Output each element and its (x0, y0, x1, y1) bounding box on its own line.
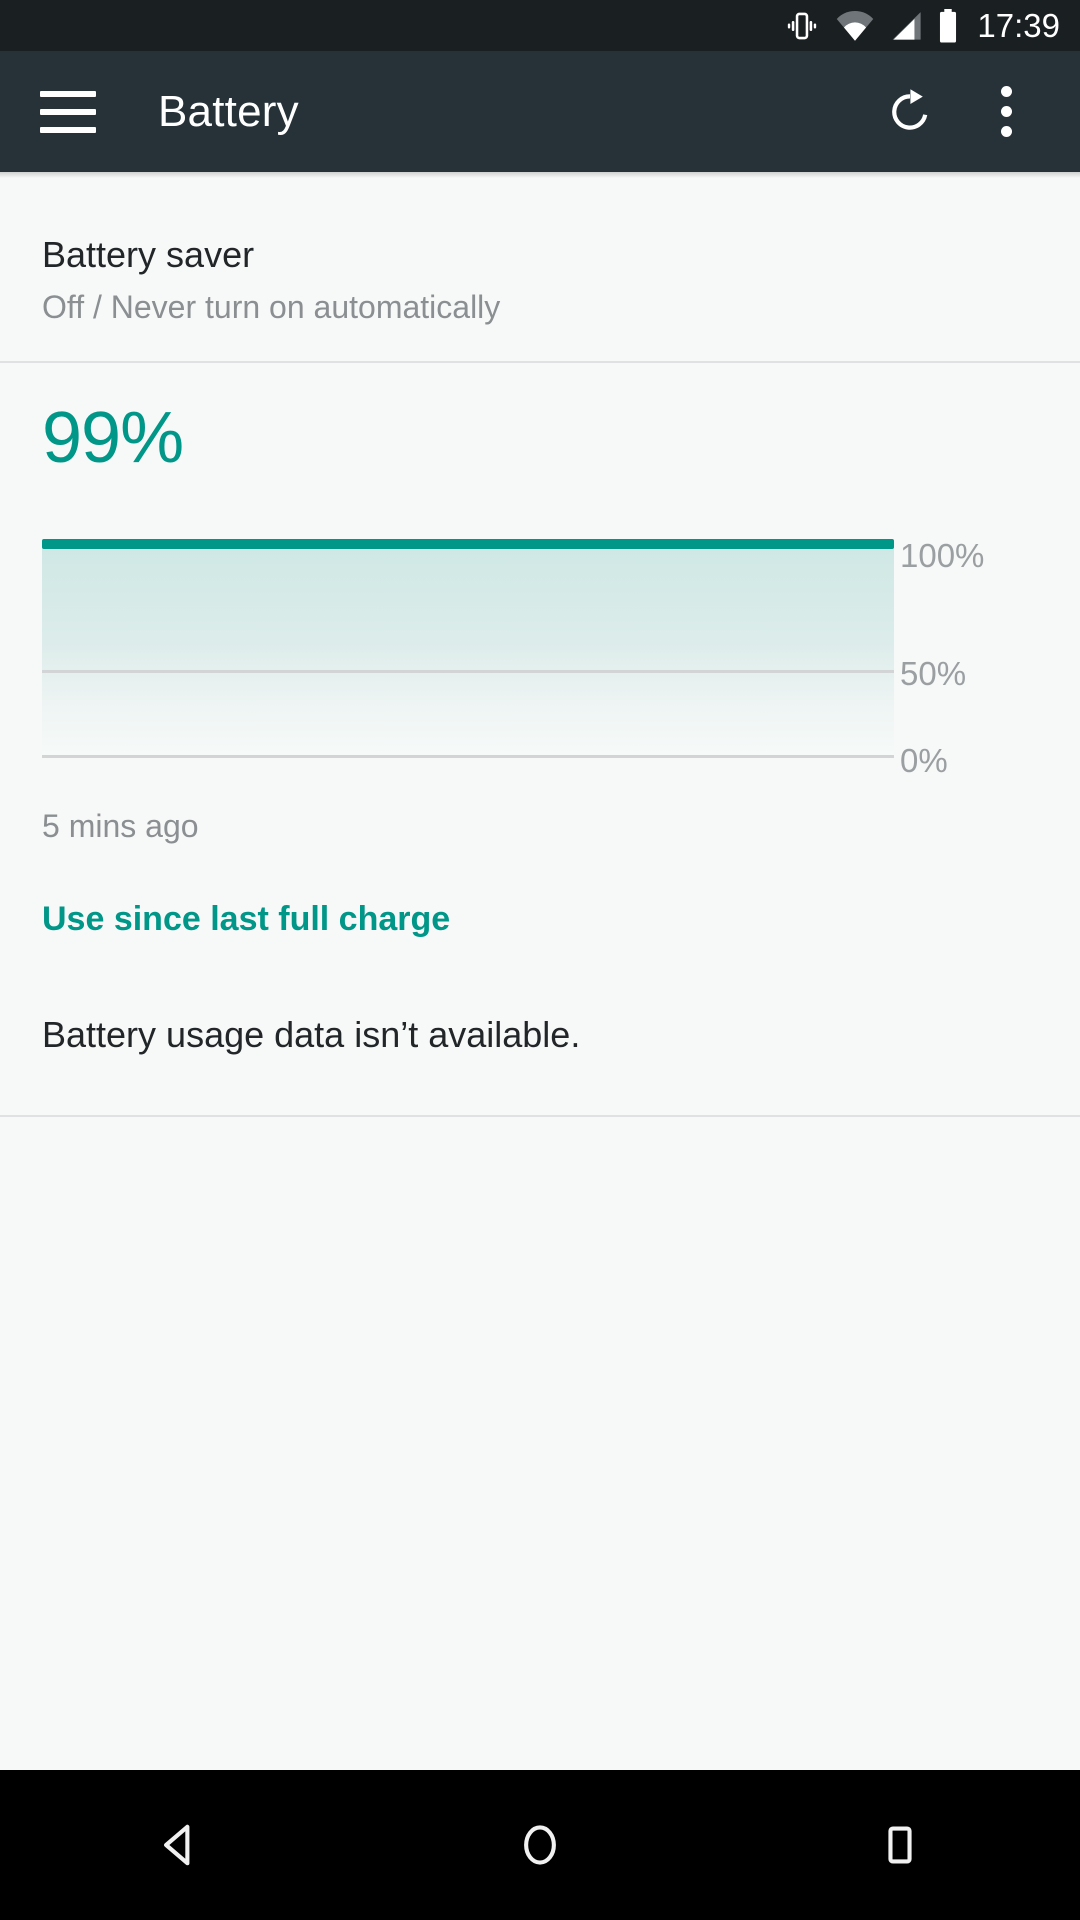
battery-saver-title: Battery saver (42, 234, 255, 275)
navigation-bar (0, 1770, 1080, 1920)
refresh-icon[interactable] (862, 64, 958, 160)
chart-y-label-100: 100% (900, 537, 985, 574)
wifi-icon (835, 10, 875, 42)
chart-y-label-0: 0% (900, 742, 948, 779)
battery-percentage: 99% (42, 398, 184, 478)
battery-saver-subtitle: Off / Never turn on automatically (42, 289, 501, 325)
chart-timestamp-caption: 5 mins ago (42, 808, 199, 844)
no-battery-data-message: Battery usage data isn’t available. (42, 1014, 581, 1055)
chart-battery-level-line (42, 539, 894, 549)
app-bar-actions (862, 64, 1080, 160)
page-title: Battery (158, 86, 299, 136)
vibrate-icon (785, 9, 819, 43)
battery-history-chart: 100% 50% 0% (0, 539, 1080, 779)
battery-saver-row[interactable]: Battery saver Off / Never turn on automa… (0, 178, 1080, 361)
status-bar: 17:39 (0, 0, 1080, 51)
chart-plot-area (42, 539, 894, 779)
battery-settings-screen: 17:39 Battery Battery saver Off / Never … (0, 0, 1080, 1920)
chart-gridline-0 (42, 755, 894, 758)
use-since-last-full-charge-link[interactable]: Use since last full charge (0, 845, 1080, 939)
back-button[interactable] (90, 1770, 270, 1920)
content-area: Battery saver Off / Never turn on automa… (0, 178, 1080, 1117)
chart-y-label-50: 50% (900, 655, 967, 692)
cell-signal-icon (885, 10, 923, 42)
battery-full-icon (937, 8, 959, 43)
status-bar-clock: 17:39 (977, 7, 1060, 44)
chart-y-axis-labels: 100% 50% 0% (900, 539, 1080, 779)
chart-area-fill (42, 547, 894, 755)
overflow-menu-icon[interactable] (958, 64, 1054, 160)
hamburger-menu-icon[interactable] (40, 90, 96, 133)
home-button[interactable] (450, 1770, 630, 1920)
chart-gridline-50 (42, 670, 894, 673)
recents-button[interactable] (810, 1770, 990, 1920)
app-bar: Battery (0, 51, 1080, 172)
divider-bottom (0, 1115, 1080, 1117)
